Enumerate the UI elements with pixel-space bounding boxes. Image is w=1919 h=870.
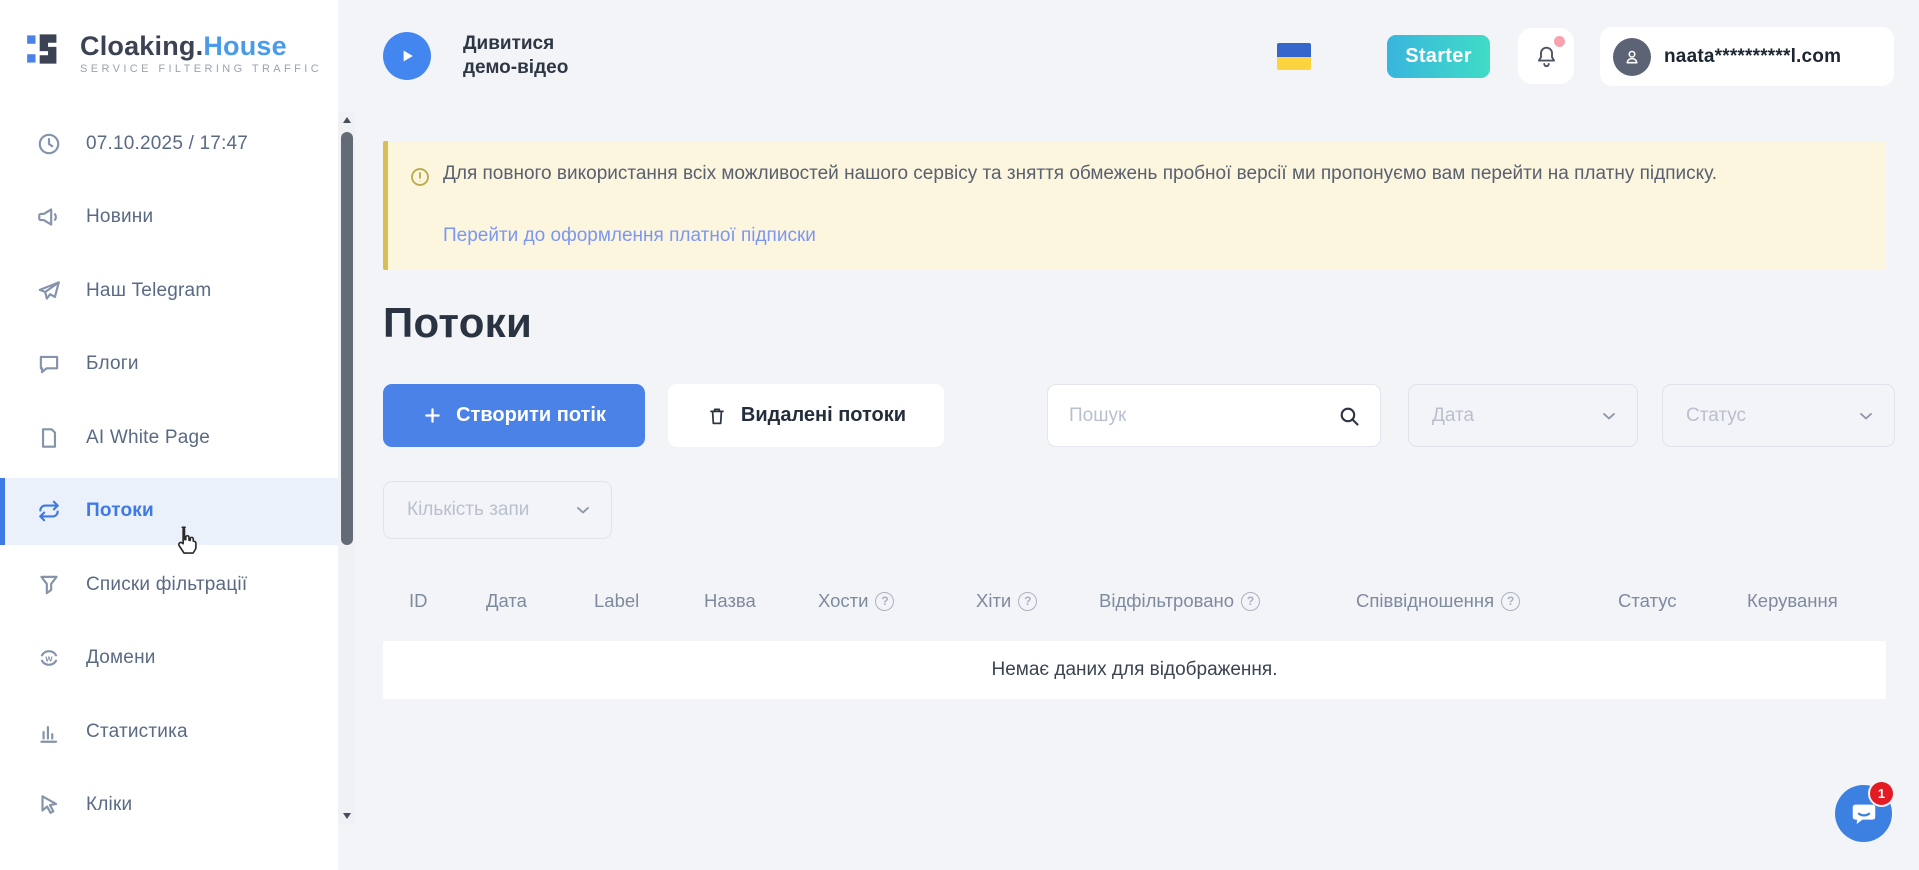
sidebar-item-datetime[interactable]: 07.10.2025 / 17:47	[0, 110, 338, 177]
plus-icon	[422, 405, 443, 426]
sidebar-item-blogs[interactable]: Блоги	[0, 331, 338, 398]
warning-icon	[409, 166, 431, 188]
sidebar: Cloaking.House SERVICE FILTERING TRAFFIC…	[0, 0, 338, 870]
ukraine-flag-icon[interactable]	[1277, 43, 1311, 70]
sidebar-nav: 07.10.2025 / 17:47 Новини Наш Telegram Б…	[0, 110, 338, 845]
demo-video-label[interactable]: Дивитися демо-відео	[463, 32, 593, 80]
column-header-ratio: Співвідношення	[1356, 590, 1618, 612]
sidebar-item-label: Потоки	[86, 500, 154, 522]
chat-bubble-icon	[36, 351, 62, 377]
column-header-date: Дата	[486, 590, 594, 612]
trial-warning-banner: Для повного використання всіх можливосте…	[383, 141, 1886, 270]
status-filter-dropdown[interactable]: Статус	[1662, 384, 1895, 447]
column-header-id: ID	[409, 590, 486, 612]
sidebar-item-label: Статистика	[86, 721, 188, 743]
create-stream-label: Створити потік	[456, 404, 606, 427]
sidebar-item-domains[interactable]: w Домени	[0, 625, 338, 692]
deleted-streams-label: Видалені потоки	[741, 404, 906, 427]
create-stream-button[interactable]: Створити потік	[383, 384, 645, 447]
plan-badge-button[interactable]: Starter	[1387, 35, 1490, 78]
page-title: Потоки	[383, 300, 532, 346]
demo-video-play-button[interactable]	[383, 32, 431, 80]
help-icon[interactable]	[1018, 592, 1037, 611]
scroll-up-arrow-icon[interactable]	[338, 112, 355, 128]
play-icon	[397, 46, 417, 66]
scroll-down-arrow-icon[interactable]	[338, 808, 355, 824]
column-header-hosts: Хости	[818, 590, 976, 612]
bell-icon	[1533, 43, 1560, 70]
chevron-down-icon	[573, 500, 593, 520]
logo[interactable]: Cloaking.House SERVICE FILTERING TRAFFIC	[24, 26, 322, 75]
banner-message: Для повного використання всіх можливосте…	[443, 161, 1858, 187]
telegram-icon	[36, 278, 62, 304]
sidebar-item-clicks[interactable]: Кліки	[0, 772, 338, 839]
column-header-hits: Хіти	[976, 590, 1099, 612]
column-header-status: Статус	[1618, 590, 1747, 612]
clock-icon	[36, 131, 62, 157]
chevron-down-icon	[1856, 406, 1876, 426]
chevron-down-icon	[1599, 406, 1619, 426]
app-root: Cloaking.House SERVICE FILTERING TRAFFIC…	[0, 0, 1919, 870]
avatar	[1613, 38, 1651, 76]
search-box	[1047, 384, 1381, 447]
cursor-icon	[36, 792, 62, 818]
trash-icon	[706, 405, 728, 427]
help-icon[interactable]	[1241, 592, 1260, 611]
logo-title-accent: House	[203, 31, 287, 61]
per-page-value: Кількість запи	[407, 499, 573, 521]
user-account-button[interactable]: naata**********l.com	[1600, 27, 1894, 86]
sidebar-item-news[interactable]: Новини	[0, 184, 338, 251]
search-input[interactable]	[1048, 385, 1380, 446]
help-icon[interactable]	[1501, 592, 1520, 611]
sidebar-item-label: Домени	[86, 647, 156, 669]
sidebar-item-filter-lists[interactable]: Списки фільтрації	[0, 551, 338, 618]
sidebar-item-statistics[interactable]: Статистика	[0, 698, 338, 765]
streams-loop-icon	[36, 498, 62, 524]
column-header-filtered: Відфільтровано	[1099, 590, 1356, 612]
date-filter-dropdown[interactable]: Дата	[1408, 384, 1638, 447]
scrollbar-thumb[interactable]	[341, 132, 353, 545]
document-icon	[36, 425, 62, 451]
upgrade-subscription-link[interactable]: Перейти до оформлення платної підписки	[443, 225, 816, 247]
sidebar-item-label: Списки фільтрації	[86, 574, 247, 596]
date-filter-value: Дата	[1432, 405, 1599, 427]
table-empty-state: Немає даних для відображення.	[383, 641, 1886, 699]
chat-unread-badge: 1	[1868, 780, 1895, 807]
column-header-actions: Керування	[1747, 590, 1886, 612]
sidebar-item-label: Новини	[86, 206, 153, 228]
megaphone-icon	[36, 204, 62, 230]
status-filter-value: Статус	[1686, 405, 1856, 427]
user-email: naata**********l.com	[1664, 46, 1841, 68]
empty-state-text: Немає даних для відображення.	[992, 659, 1278, 681]
sidebar-item-telegram[interactable]: Наш Telegram	[0, 257, 338, 324]
logo-text: Cloaking.House SERVICE FILTERING TRAFFIC	[80, 26, 322, 75]
sidebar-scrollbar[interactable]	[338, 112, 355, 824]
deleted-streams-button[interactable]: Видалені потоки	[668, 384, 944, 447]
domain-icon: w	[36, 645, 62, 671]
streams-table-header: ID Дата Label Назва Хости Хіти Відфільтр…	[383, 578, 1886, 624]
logo-icon	[24, 26, 70, 72]
sidebar-item-label: Наш Telegram	[86, 280, 211, 302]
funnel-icon	[36, 572, 62, 598]
sidebar-item-label: Блоги	[86, 353, 139, 375]
column-header-name: Назва	[704, 590, 818, 612]
sidebar-item-label: 07.10.2025 / 17:47	[86, 133, 248, 155]
chat-widget-button[interactable]: 1	[1835, 785, 1892, 842]
notifications-button[interactable]	[1518, 28, 1574, 84]
help-icon[interactable]	[875, 592, 894, 611]
sidebar-item-ai-white-page[interactable]: AI White Page	[0, 404, 338, 471]
person-icon	[1621, 46, 1643, 68]
svg-text:w: w	[44, 653, 53, 663]
sidebar-item-label: AI White Page	[86, 427, 210, 449]
mouse-hand-cursor	[171, 524, 201, 560]
sidebar-item-label: Кліки	[86, 794, 132, 816]
column-header-label: Label	[594, 590, 704, 612]
bar-chart-icon	[36, 719, 62, 745]
sidebar-item-streams[interactable]: Потоки	[0, 478, 338, 545]
per-page-dropdown[interactable]: Кількість запи	[383, 481, 612, 539]
search-icon[interactable]	[1337, 404, 1362, 429]
logo-subtitle: SERVICE FILTERING TRAFFIC	[80, 63, 322, 75]
notification-dot	[1554, 36, 1565, 47]
logo-title-dark: Cloaking.	[80, 31, 203, 61]
